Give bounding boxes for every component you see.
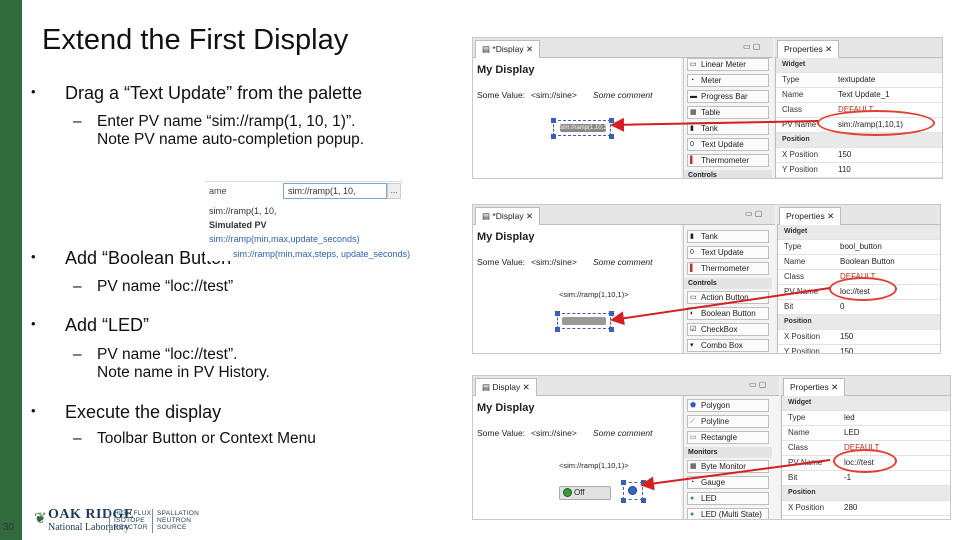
ornl-logo: ❦ OAK RIDGE National Laboratory HIGH FLU…	[34, 507, 200, 533]
annotation-arrows	[610, 117, 831, 491]
arrow-2	[610, 287, 831, 326]
page-number: 30	[3, 522, 15, 533]
arrow-1	[610, 117, 819, 132]
arrow-3	[640, 459, 831, 491]
leaf-logo-icon: ❦	[34, 510, 47, 527]
